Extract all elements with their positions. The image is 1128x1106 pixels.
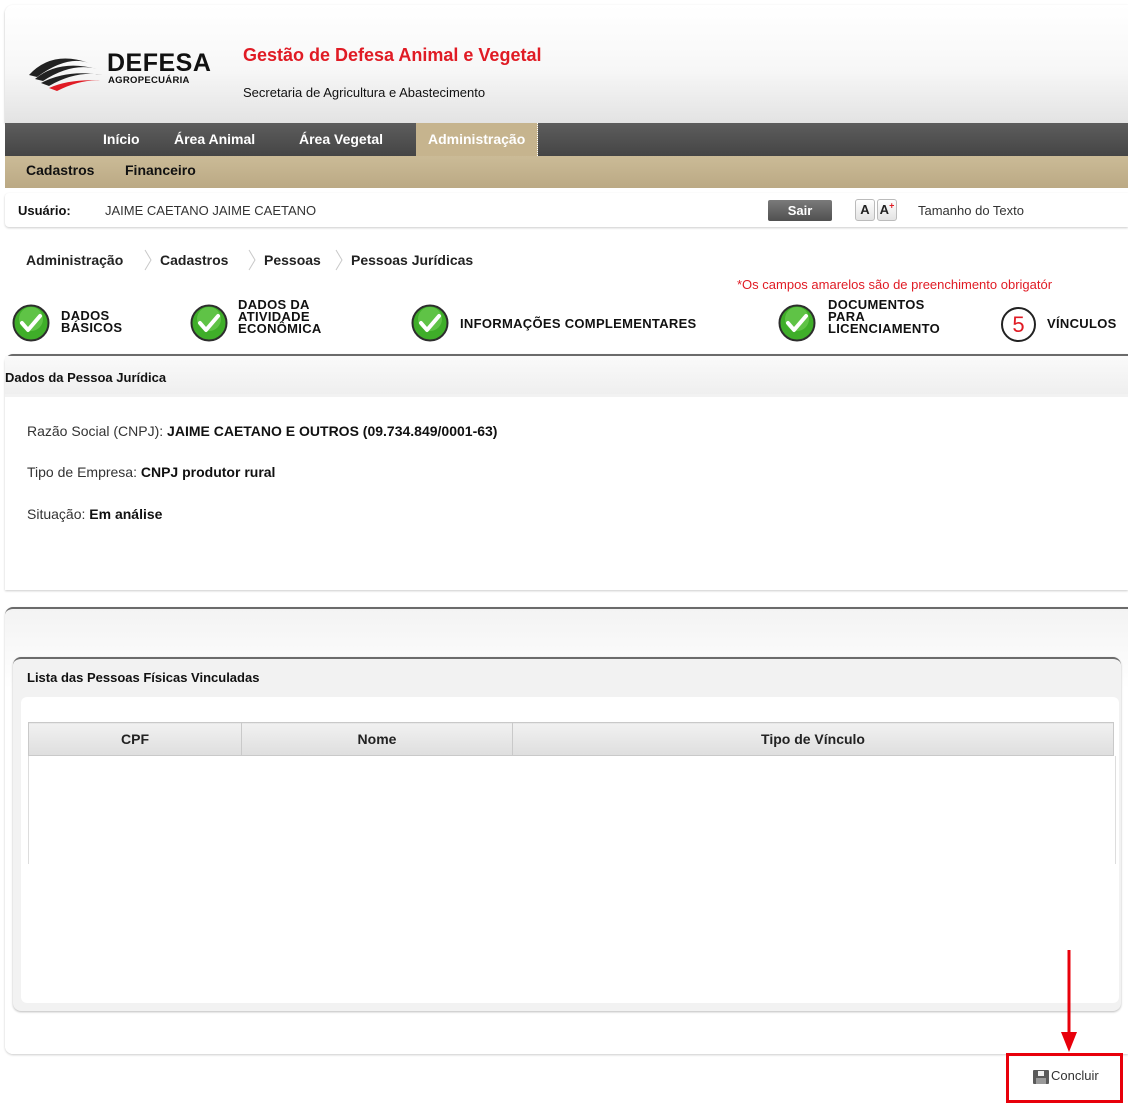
step-number-badge: 5 xyxy=(1001,307,1036,342)
tipo-empresa-label: Tipo de Empresa: xyxy=(27,464,137,480)
breadcrumb-item-cadastros[interactable]: Cadastros xyxy=(160,252,228,268)
nav-item-inicio[interactable]: Início xyxy=(103,123,140,156)
font-size-label: Tamanho do Texto xyxy=(918,203,1024,218)
annotation-arrow-icon xyxy=(1061,950,1077,1052)
green-check-icon xyxy=(12,304,50,342)
column-header-cpf[interactable]: CPF xyxy=(28,722,242,756)
sub-nav: Cadastros Financeiro xyxy=(5,156,1128,188)
razao-social-label: Razão Social (CNPJ): xyxy=(27,423,164,439)
table-header-row: CPF Nome Tipo de Vínculo xyxy=(28,722,1114,756)
font-decrease-label: A xyxy=(860,202,870,217)
nav-item-area-animal[interactable]: Área Animal xyxy=(174,123,255,156)
app-subtitle: Secretaria de Agricultura e Abasteciment… xyxy=(243,85,486,100)
font-increase-button[interactable]: A+ xyxy=(877,199,897,221)
chevron-right-icon xyxy=(335,249,343,271)
save-disk-icon xyxy=(1033,1069,1049,1084)
main-nav: Início Área Animal Área Vegetal Administ… xyxy=(5,123,1128,156)
razao-social-value: JAIME CAETANO E OUTROS (09.734.849/0001-… xyxy=(167,423,498,439)
green-check-icon xyxy=(778,304,816,342)
step-label-line: LICENCIAMENTO xyxy=(828,321,940,336)
situacao-label: Situação: xyxy=(27,506,86,522)
page: DEFESA AGROPECUÁRIA Gestão de Defesa Ani… xyxy=(0,0,1128,1106)
panel-header: Dados da Pessoa Jurídica xyxy=(5,356,1128,394)
tipo-empresa-field: Tipo de Empresa: CNPJ produtor rural xyxy=(27,464,275,480)
concluir-label: Concluir xyxy=(1051,1068,1099,1083)
green-check-icon xyxy=(190,304,228,342)
logo-subtitle: AGROPECUÁRIA xyxy=(108,75,190,86)
table-empty-area xyxy=(28,756,1116,864)
situacao-value: Em análise xyxy=(89,506,163,522)
nav-item-administracao[interactable]: Administração xyxy=(416,123,539,156)
step-label-line: BÁSICOS xyxy=(61,320,123,335)
column-header-tipo-vinculo[interactable]: Tipo de Vínculo xyxy=(512,722,1114,756)
green-check-icon xyxy=(411,304,449,342)
font-decrease-button[interactable]: A xyxy=(855,199,875,221)
font-increase-label: A xyxy=(879,202,890,217)
situacao-field: Situação: Em análise xyxy=(27,506,162,522)
panel-title: Dados da Pessoa Jurídica xyxy=(5,370,167,385)
header: DEFESA AGROPECUÁRIA Gestão de Defesa Ani… xyxy=(5,5,1128,123)
font-increase-plus: + xyxy=(889,200,895,211)
logo-wordmark: DEFESA xyxy=(107,49,212,77)
step-label-line: VÍNCULOS xyxy=(1047,316,1117,331)
vinculadas-list-panel: Lista das Pessoas Físicas Vinculadas CPF… xyxy=(13,657,1121,1011)
pessoa-juridica-panel: Dados da Pessoa Jurídica Razão Social (C… xyxy=(5,354,1128,590)
vinculadas-table: CPF Nome Tipo de Vínculo xyxy=(28,722,1114,756)
razao-social-field: Razão Social (CNPJ): JAIME CAETANO E OUT… xyxy=(27,423,497,439)
panel-body: Razão Social (CNPJ): JAIME CAETANO E OUT… xyxy=(5,397,1128,590)
logout-button[interactable]: Sair xyxy=(768,200,832,221)
vinculos-panel: Lista das Pessoas Físicas Vinculadas CPF… xyxy=(5,607,1128,1054)
required-fields-note: *Os campos amarelos são de preenchimento… xyxy=(737,277,1053,292)
tipo-empresa-value: CNPJ produtor rural xyxy=(140,464,276,480)
column-header-nome[interactable]: Nome xyxy=(241,722,513,756)
subnav-item-cadastros[interactable]: Cadastros xyxy=(26,156,94,184)
step-label-line: ECONÔMICA xyxy=(238,321,322,336)
app-title: Gestão de Defesa Animal e Vegetal xyxy=(243,45,542,65)
logo-swoosh-icon xyxy=(29,58,105,91)
nav-item-area-vegetal[interactable]: Área Vegetal xyxy=(299,123,383,156)
breadcrumb-item-pessoas[interactable]: Pessoas xyxy=(264,252,321,268)
list-title: Lista das Pessoas Físicas Vinculadas xyxy=(27,670,260,685)
breadcrumb-item-administracao[interactable]: Administração xyxy=(26,252,123,268)
chevron-right-icon xyxy=(144,249,152,271)
step-label-line: INFORMAÇÕES COMPLEMENTARES xyxy=(460,316,697,331)
concluir-button[interactable]: Concluir xyxy=(1033,1068,1099,1088)
user-label: Usuário: xyxy=(18,203,71,218)
user-bar: Usuário: JAIME CAETANO JAIME CAETANO Sai… xyxy=(5,193,1128,227)
logo: DEFESA AGROPECUÁRIA xyxy=(27,45,217,95)
chevron-right-icon xyxy=(248,249,256,271)
user-name: JAIME CAETANO JAIME CAETANO xyxy=(105,203,317,218)
subnav-item-financeiro[interactable]: Financeiro xyxy=(125,156,196,184)
breadcrumb-item-pessoas-juridicas: Pessoas Jurídicas xyxy=(351,252,474,268)
